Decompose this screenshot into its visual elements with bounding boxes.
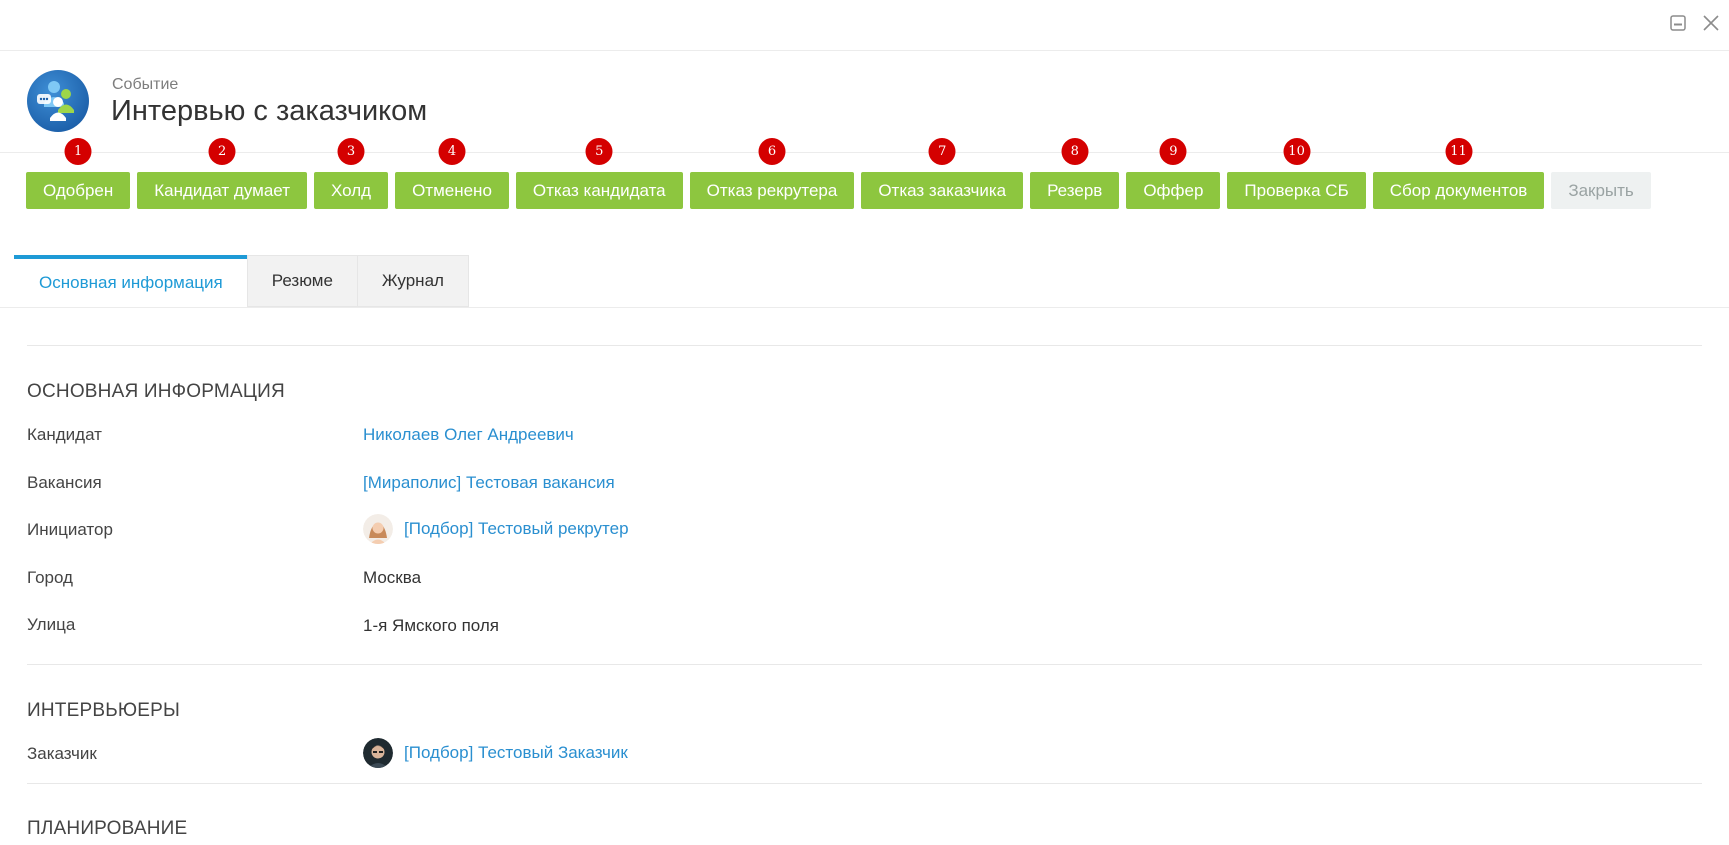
button-label: Оффер xyxy=(1143,180,1204,200)
status-button-candidate-thinking[interactable]: 2 Кандидат думает xyxy=(137,138,307,209)
status-button-offer[interactable]: 9 Оффер xyxy=(1126,138,1221,209)
divider xyxy=(27,345,1702,346)
candidate-link[interactable]: Николаев Олег Андреевич xyxy=(363,425,574,445)
status-action-bar: 1 Одобрен 2 Кандидат думает 3 Холд 4 Отм… xyxy=(26,138,1651,209)
status-button-documents[interactable]: 11 Сбор документов xyxy=(1372,138,1545,209)
status-button-security-check[interactable]: 10 Проверка СБ xyxy=(1227,138,1366,209)
status-button-cancelled[interactable]: 4 Отменено xyxy=(395,138,509,209)
field-label-vacancy: Вакансия xyxy=(27,473,102,492)
button-label: Отменено xyxy=(412,180,492,200)
field-label-street: Улица xyxy=(27,615,76,634)
event-people-icon xyxy=(27,70,89,132)
step-badge: 8 xyxy=(1061,138,1089,165)
status-button-hold[interactable]: 3 Холд xyxy=(313,138,389,209)
minimize-icon[interactable] xyxy=(1667,12,1689,34)
field-value-vacancy[interactable]: [Мираполис] Тестовая вакансия xyxy=(363,473,615,493)
field-value-street: 1-я Ямского поля xyxy=(363,616,500,635)
status-button-customer-rejected[interactable]: 7 Отказ заказчика xyxy=(861,138,1024,209)
section-title-planning: ПЛАНИРОВАНИЕ xyxy=(27,818,188,839)
step-badge: 10 xyxy=(1283,138,1311,165)
page-title: Интервью с заказчиком xyxy=(111,95,428,127)
button-label: Отказ кандидата xyxy=(532,180,666,200)
avatar xyxy=(363,514,393,544)
field-value-candidate[interactable]: Николаев Олег Андреевич xyxy=(363,425,574,445)
page-header: Событие Интервью с заказчиком xyxy=(0,52,1729,153)
section-title-interviewers: ИНТЕРВЬЮЕРЫ xyxy=(27,700,181,721)
close-icon[interactable] xyxy=(1700,12,1722,34)
customer-link[interactable]: [Подбор] Тестовый Заказчик xyxy=(404,743,628,763)
section-title-main-info: ОСНОВНАЯ ИНФОРМАЦИЯ xyxy=(27,381,285,402)
tab-bar: Основная информация Резюме Журнал xyxy=(14,255,469,307)
tab-journal[interactable]: Журнал xyxy=(356,255,469,307)
tab-resume[interactable]: Резюме xyxy=(246,255,358,307)
button-label: Холд xyxy=(330,180,372,200)
page-subtitle: Событие xyxy=(112,76,179,93)
close-button[interactable]: Закрыть xyxy=(1551,172,1651,209)
field-value-customer[interactable]: [Подбор] Тестовый Заказчик xyxy=(363,738,628,768)
button-label: Проверка СБ xyxy=(1244,180,1349,200)
step-badge: 5 xyxy=(585,138,613,165)
divider xyxy=(27,783,1702,784)
window-bar xyxy=(0,0,1729,51)
step-badge: 1 xyxy=(64,138,92,165)
field-label-candidate: Кандидат xyxy=(27,425,102,444)
button-label: Отказ рекрутера xyxy=(706,180,838,200)
step-badge: 9 xyxy=(1159,138,1187,165)
divider xyxy=(27,664,1702,665)
step-badge: 3 xyxy=(337,138,365,165)
button-label: Сбор документов xyxy=(1389,180,1528,200)
step-badge: 2 xyxy=(208,138,236,165)
field-value-city: Москва xyxy=(363,568,422,587)
status-button-approved[interactable]: 1 Одобрен xyxy=(26,138,131,209)
button-label: Отказ заказчика xyxy=(878,180,1007,200)
step-badge: 4 xyxy=(438,138,466,165)
step-badge: 11 xyxy=(1445,138,1473,165)
initiator-link[interactable]: [Подбор] Тестовый рекрутер xyxy=(404,519,629,539)
tab-main-info[interactable]: Основная информация xyxy=(14,255,248,307)
status-button-reserve[interactable]: 8 Резерв xyxy=(1030,138,1120,209)
vacancy-link[interactable]: [Мираполис] Тестовая вакансия xyxy=(363,473,615,493)
field-label-initiator: Инициатор xyxy=(27,520,113,539)
status-button-candidate-rejected[interactable]: 5 Отказ кандидата xyxy=(515,138,683,209)
field-label-customer: Заказчик xyxy=(27,744,97,763)
button-label: Кандидат думает xyxy=(154,180,290,200)
tabs-divider xyxy=(0,307,1729,308)
step-badge: 7 xyxy=(928,138,956,165)
avatar xyxy=(363,738,393,768)
button-label: Одобрен xyxy=(43,180,114,200)
field-value-initiator[interactable]: [Подбор] Тестовый рекрутер xyxy=(363,514,629,544)
status-button-recruiter-rejected[interactable]: 6 Отказ рекрутера xyxy=(689,138,855,209)
button-label: Резерв xyxy=(1047,180,1103,200)
button-label: Закрыть xyxy=(1568,180,1634,200)
field-label-city: Город xyxy=(27,568,73,587)
step-badge: 6 xyxy=(758,138,786,165)
